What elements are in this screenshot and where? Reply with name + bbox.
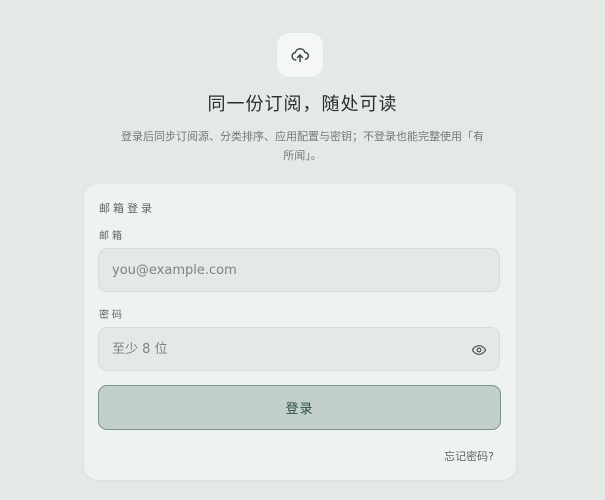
forgot-password-link[interactable]: 忘记密码? bbox=[444, 448, 494, 464]
password-label: 密码 bbox=[99, 310, 125, 321]
password-field[interactable] bbox=[98, 327, 500, 371]
cloud-upload-icon bbox=[277, 33, 323, 77]
login-button[interactable]: 登录 bbox=[98, 385, 501, 430]
email-label: 邮箱 bbox=[99, 231, 125, 242]
login-card: 邮箱登录 邮箱 密码 登录 忘记密码? bbox=[84, 184, 516, 480]
login-section-title: 邮箱登录 bbox=[99, 202, 155, 215]
login-page: 同一份订阅，随处可读 登录后同步订阅源、分类排序、应用配置与密钥；不登录也能完整… bbox=[0, 0, 605, 500]
eye-icon[interactable] bbox=[470, 341, 488, 359]
page-description: 登录后同步订阅源、分类排序、应用配置与密钥；不登录也能完整使用「有所闻」。 bbox=[121, 130, 484, 162]
email-field[interactable] bbox=[98, 248, 500, 292]
page-headline: 同一份订阅，随处可读 bbox=[207, 94, 398, 115]
